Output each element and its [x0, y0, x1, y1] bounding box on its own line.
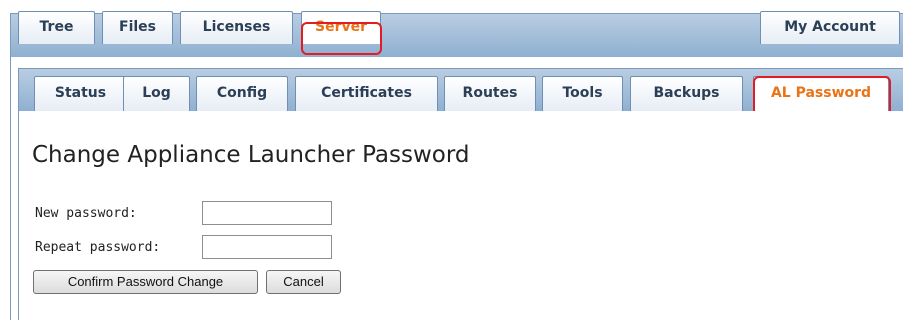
tab-log[interactable]: Log	[123, 76, 190, 111]
tab-files-label: Files	[119, 19, 156, 35]
tab-my-account[interactable]: My Account	[760, 11, 900, 44]
tab-backups-label: Backups	[653, 85, 720, 101]
repeat-password-input[interactable]	[202, 235, 332, 259]
tab-certificates-label: Certificates	[321, 85, 412, 101]
tab-server-label: Server	[314, 19, 367, 35]
confirm-password-change-button[interactable]: Confirm Password Change	[33, 270, 258, 294]
tab-tools[interactable]: Tools	[542, 76, 623, 111]
new-password-input[interactable]	[202, 201, 332, 225]
tab-status[interactable]: Status	[34, 76, 127, 111]
tab-al-password-label: AL Password	[770, 85, 872, 101]
repeat-password-label: Repeat password:	[35, 240, 161, 255]
tab-backups[interactable]: Backups	[630, 76, 743, 111]
new-password-label: New password:	[35, 206, 137, 221]
tab-al-password[interactable]: AL Password	[753, 76, 889, 111]
tab-tree-label: Tree	[39, 19, 74, 35]
tab-status-label: Status	[54, 85, 107, 101]
tab-log-label: Log	[142, 85, 171, 101]
tab-config[interactable]: Config	[196, 76, 288, 111]
tab-certificates[interactable]: Certificates	[295, 76, 438, 111]
tab-tools-label: Tools	[562, 85, 603, 101]
tab-routes-label: Routes	[462, 85, 518, 101]
tab-licenses-label: Licenses	[202, 19, 271, 35]
page-title: Change Appliance Launcher Password	[32, 142, 470, 168]
tab-licenses[interactable]: Licenses	[180, 11, 293, 44]
tab-server[interactable]: Server	[301, 11, 381, 44]
tab-routes[interactable]: Routes	[444, 76, 536, 111]
tab-files[interactable]: Files	[102, 11, 173, 44]
tab-my-account-label: My Account	[784, 19, 876, 35]
cancel-button[interactable]: Cancel	[266, 270, 341, 294]
app-window: Tree Files Licenses Server My Account St…	[0, 0, 903, 320]
tab-config-label: Config	[216, 85, 268, 101]
tab-tree[interactable]: Tree	[18, 11, 95, 44]
